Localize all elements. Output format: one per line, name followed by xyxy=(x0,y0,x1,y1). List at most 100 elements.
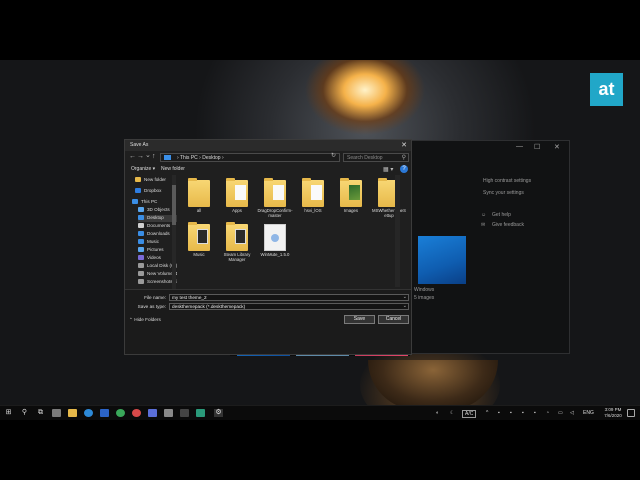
new-folder-button[interactable]: New folder xyxy=(161,166,185,172)
file-name-input[interactable]: my test theme_2 ⌄ xyxy=(169,294,409,301)
organize-button[interactable]: Organize ▾ xyxy=(131,166,155,172)
search-icon: ⚲ xyxy=(401,155,406,161)
theme-preview-windows[interactable] xyxy=(418,236,466,284)
settings-gear-icon[interactable]: ⚙ xyxy=(214,409,223,417)
dialog-titlebar[interactable]: Save As ✕ xyxy=(125,140,411,151)
document-overlay xyxy=(235,185,246,200)
notification-icon[interactable] xyxy=(627,409,635,417)
file-item[interactable]: Apps xyxy=(219,178,255,224)
view-options-icon[interactable]: ▦ ▾ xyxy=(383,166,393,173)
dialog-title: Save As xyxy=(130,142,149,148)
high-contrast-link[interactable]: High contrast settings xyxy=(483,178,531,184)
sidebar-item[interactable]: This PC xyxy=(132,199,172,206)
search-input[interactable]: Search Desktop ⚲ xyxy=(343,153,409,162)
file-item[interactable]: Steam Library Manager xyxy=(219,222,255,268)
sidebar-item-icon xyxy=(138,207,144,212)
sync-settings-link[interactable]: Sync your settings xyxy=(483,190,524,196)
sidebar-item[interactable]: Dropbox xyxy=(135,188,175,195)
help-icon: ☺ xyxy=(481,212,487,218)
get-help-link[interactable]: Get help xyxy=(492,212,511,218)
tray-caret-icon[interactable]: ^ xyxy=(486,410,488,416)
taskbar-clock[interactable]: 3:09 PM 7/6/2020 xyxy=(602,407,624,419)
dialog-navbar: ← → ⌄ ↑ › This PC › Desktop › ↻ Search D… xyxy=(125,151,411,164)
tray-icon-5[interactable]: ▪ xyxy=(522,410,524,416)
app-icon-4[interactable] xyxy=(148,409,157,417)
tray-icon-3[interactable]: ▪ xyxy=(498,410,500,416)
file-item[interactable]: hsvi_lOS xyxy=(295,178,331,224)
feedback-icon: ✉ xyxy=(481,222,486,228)
address-desktop[interactable]: Desktop xyxy=(202,155,220,161)
app-icon-5[interactable] xyxy=(164,409,173,417)
refresh-icon[interactable]: ↻ xyxy=(331,152,336,159)
up-arrow-icon[interactable]: ↑ xyxy=(152,153,156,160)
sidebar-item-icon xyxy=(138,263,144,268)
chrome-icon[interactable] xyxy=(116,409,125,417)
address-this-pc[interactable]: This PC xyxy=(180,155,198,161)
app-icon-3[interactable] xyxy=(132,409,141,417)
file-item-label: Steam Library Manager xyxy=(223,252,251,262)
file-item[interactable]: MSWhetheremeS ettup xyxy=(371,178,407,224)
sidebar-item-label: Pictures xyxy=(147,247,164,252)
file-item[interactable]: DragDropConfirm-master xyxy=(257,178,293,224)
sidebar-item-label: Downloads xyxy=(147,231,170,236)
file-item[interactable]: all xyxy=(181,178,217,224)
battery-icon[interactable]: ▭ xyxy=(558,410,563,416)
search-icon[interactable]: ⚲ xyxy=(20,409,29,417)
cancel-button[interactable]: Cancel xyxy=(378,315,409,324)
sidebar-item-icon xyxy=(138,279,144,284)
tray-icon-1[interactable]: ◐ xyxy=(436,410,439,416)
file-item[interactable]: WinMute_1.5.0 xyxy=(257,224,293,268)
back-arrow-icon[interactable]: ← xyxy=(129,153,136,160)
edge-icon[interactable] xyxy=(84,409,93,417)
app-icon-1[interactable] xyxy=(52,409,61,417)
close-icon[interactable]: ✕ xyxy=(554,143,560,151)
file-list: all Apps DragDropConfirm-master hsvi_lOS Ima… xyxy=(181,178,409,290)
minimize-icon[interactable]: — xyxy=(516,143,523,150)
file-item[interactable]: Images xyxy=(333,178,369,224)
forward-arrow-icon[interactable]: → xyxy=(137,153,144,160)
app-overlay xyxy=(271,234,279,242)
app-icon-7[interactable] xyxy=(196,409,205,417)
sidebar-item-icon xyxy=(138,215,144,220)
address-sep: › xyxy=(199,155,201,161)
address-bar[interactable]: › This PC › Desktop › xyxy=(160,153,340,162)
document-overlay xyxy=(273,185,284,200)
dialog-close-icon[interactable]: ✕ xyxy=(401,141,407,149)
night-light-icon[interactable]: ☾ xyxy=(450,410,454,416)
settings-window[interactable]: — ☐ ✕ High contrast settings Sync your s… xyxy=(405,140,570,354)
file-list-scrollbar[interactable] xyxy=(395,175,400,287)
sidebar-item[interactable]: New folder xyxy=(135,177,175,184)
hide-folders-toggle[interactable]: ⌃ Hide Folders xyxy=(129,317,161,323)
save-button[interactable]: Save xyxy=(344,315,375,324)
volume-icon[interactable]: ◁ xyxy=(570,410,574,416)
task-view-icon[interactable]: ⧉ xyxy=(36,409,45,417)
folder-icon xyxy=(188,178,210,207)
sidebar-item-icon xyxy=(135,188,141,193)
help-icon[interactable]: ? xyxy=(400,165,408,173)
save-type-label: Save as type: xyxy=(137,304,166,309)
theme-preview-label: Windows xyxy=(414,287,435,293)
search-placeholder: Search Desktop xyxy=(347,155,383,161)
sidebar-item-icon xyxy=(138,231,144,236)
maximize-icon[interactable]: ☐ xyxy=(534,143,540,151)
sidebar-item-label: Desktop xyxy=(147,215,164,220)
start-icon[interactable]: ⊞ xyxy=(4,409,13,417)
tray-icon-2[interactable]: A/C xyxy=(462,410,477,418)
wifi-icon[interactable]: ◔ xyxy=(546,410,549,416)
recent-chevron-icon[interactable]: ⌄ xyxy=(145,151,151,159)
file-item[interactable]: Music xyxy=(181,222,217,268)
navigation-scrollbar[interactable] xyxy=(172,175,176,289)
app-icon-2[interactable] xyxy=(100,409,109,417)
scrollbar-thumb[interactable] xyxy=(172,185,176,225)
tray-icon-4[interactable]: ▪ xyxy=(510,410,512,416)
give-feedback-link[interactable]: Give feedback xyxy=(492,222,524,228)
file-explorer-icon[interactable] xyxy=(68,409,77,417)
tray-icon-6[interactable]: ▪ xyxy=(534,410,536,416)
file-name-dropdown-icon[interactable]: ⌄ xyxy=(403,294,407,300)
app-icon-6[interactable] xyxy=(180,409,189,417)
language-indicator[interactable]: ENG xyxy=(583,410,594,416)
sidebar-item-label: Documents xyxy=(147,223,171,228)
save-type-select[interactable]: deskthemepack (*.deskthemepack) ⌄ xyxy=(169,303,409,310)
dialog-toolbar: Organize ▾ New folder ▦ ▾ ? xyxy=(125,164,411,175)
save-type-dropdown-icon[interactable]: ⌄ xyxy=(403,303,407,309)
